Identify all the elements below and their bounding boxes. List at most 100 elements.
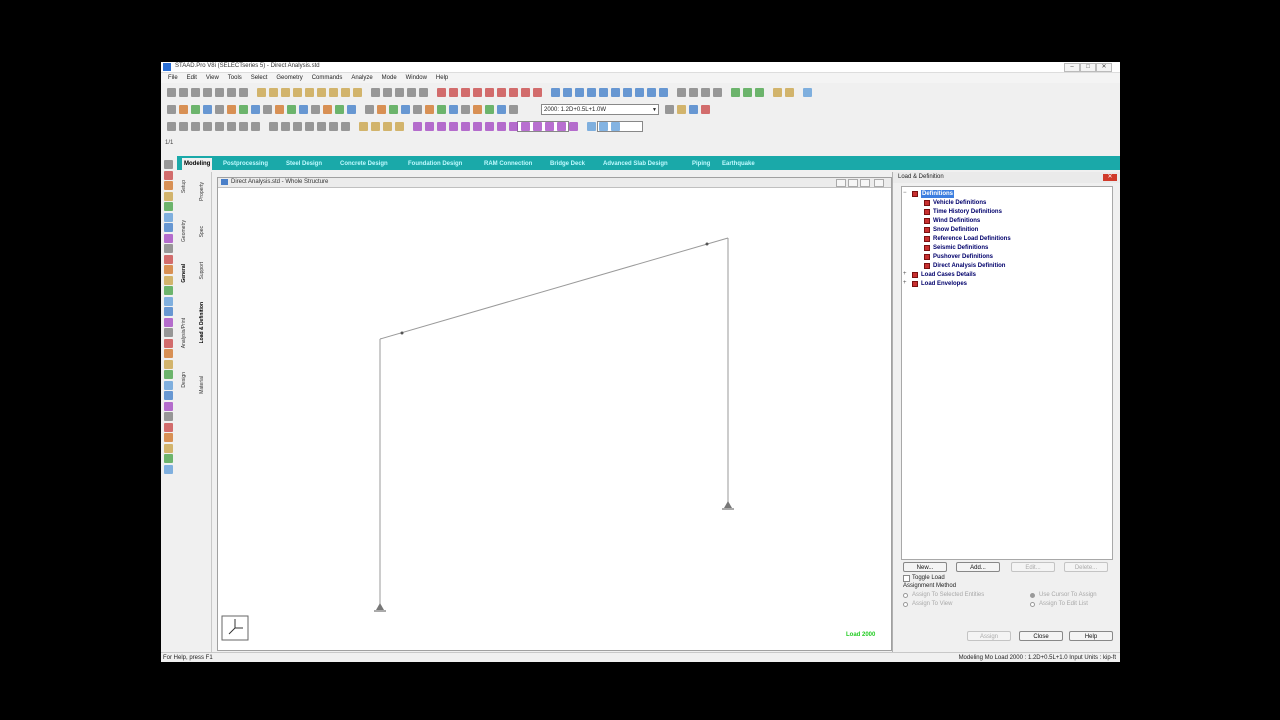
toolbar-tool-icon[interactable]: [329, 88, 338, 97]
toolbar-tool-icon[interactable]: [317, 122, 326, 131]
assign-selected-radio[interactable]: [903, 593, 908, 598]
toolbar-tool-icon[interactable]: [485, 122, 494, 131]
toolbar-tool-icon[interactable]: [437, 105, 446, 114]
page-setup[interactable]: Setup: [181, 180, 187, 193]
toolbar-tool-icon[interactable]: [215, 105, 224, 114]
toolbar-tool-icon[interactable]: [509, 105, 518, 114]
toolbar-tool-icon[interactable]: [371, 122, 380, 131]
toolbar-tool-icon[interactable]: [587, 88, 596, 97]
left-tool-icon[interactable]: [164, 380, 173, 390]
toolbar-tool-icon[interactable]: [335, 105, 344, 114]
toolbar-tool-icon[interactable]: [167, 122, 176, 131]
toolbar-tool-icon[interactable]: [407, 88, 416, 97]
toolbar-tool-icon[interactable]: [497, 122, 506, 131]
page-analysis-print[interactable]: Analysis/Print: [181, 318, 187, 348]
toolbar-tool-icon[interactable]: [449, 88, 458, 97]
toolbar-tool-icon[interactable]: [179, 122, 188, 131]
view-minimize-button[interactable]: [836, 179, 846, 187]
toolbar-tool-icon[interactable]: [425, 105, 434, 114]
toolbar-tool-icon[interactable]: [533, 88, 542, 97]
node-marker[interactable]: [705, 242, 709, 246]
left-tool-icon[interactable]: [164, 328, 173, 337]
toolbar-tool-icon[interactable]: [551, 88, 560, 97]
toolbar-tool-icon[interactable]: [347, 105, 356, 114]
toolbar-tool-icon[interactable]: [203, 88, 212, 97]
tree-node-definition-child[interactable]: Direct Analysis Definition: [933, 262, 1005, 270]
tab-concrete-design[interactable]: Concrete Design: [340, 159, 388, 169]
toolbar-tool-icon[interactable]: [437, 122, 446, 131]
left-tool-icon[interactable]: [164, 275, 173, 285]
toolbar-tool-icon[interactable]: [449, 122, 458, 131]
toolbar-tool-icon[interactable]: [179, 88, 188, 97]
toolbar-tool-icon[interactable]: [203, 122, 212, 131]
toolbar-tool-icon[interactable]: [389, 105, 398, 114]
toolbar-tool-icon[interactable]: [497, 88, 506, 97]
menu-help[interactable]: Help: [436, 73, 448, 83]
toolbar-tool-icon[interactable]: [341, 88, 350, 97]
toolbar-tool-icon[interactable]: [731, 88, 740, 97]
page-material[interactable]: Material: [199, 376, 205, 394]
toolbar-tool-icon[interactable]: [575, 88, 584, 97]
toolbar-tool-icon[interactable]: [659, 88, 668, 97]
tree-node-definition-child[interactable]: Pushover Definitions: [933, 253, 993, 261]
toolbar-tool-icon[interactable]: [401, 105, 410, 114]
menu-file[interactable]: File: [168, 73, 178, 83]
toolbar-tool-icon[interactable]: [419, 88, 428, 97]
view-restore-button[interactable]: [848, 179, 858, 187]
menu-edit[interactable]: Edit: [187, 73, 197, 83]
toolbar-tool-icon[interactable]: [377, 105, 386, 114]
toolbar-tool-icon[interactable]: [341, 122, 350, 131]
toolbar-tool-icon[interactable]: [251, 105, 260, 114]
toolbar-tool-icon[interactable]: [689, 105, 698, 114]
tree-node-definition-child[interactable]: Time History Definitions: [933, 208, 1002, 216]
toolbar-tool-icon[interactable]: [395, 88, 404, 97]
left-tool-icon[interactable]: [164, 191, 173, 201]
left-tool-icon[interactable]: [164, 433, 173, 442]
left-tool-icon[interactable]: [164, 265, 173, 274]
toolbar-tool-icon[interactable]: [203, 105, 212, 114]
toolbar-tool-icon[interactable]: [167, 88, 176, 97]
page-general[interactable]: General: [181, 264, 187, 283]
left-tool-icon[interactable]: [164, 181, 173, 190]
toolbar-tool-icon[interactable]: [599, 122, 608, 131]
tab-steel-design[interactable]: Steel Design: [286, 159, 322, 169]
toolbar-tool-icon[interactable]: [413, 105, 422, 114]
toolbar-tool-icon[interactable]: [635, 88, 644, 97]
left-tool-icon[interactable]: [164, 391, 173, 400]
toolbar-tool-icon[interactable]: [359, 122, 368, 131]
toolbar-tool-icon[interactable]: [461, 105, 470, 114]
toolbar-tool-icon[interactable]: [383, 88, 392, 97]
left-tool-icon[interactable]: [164, 464, 173, 474]
left-tool-icon[interactable]: [164, 202, 173, 211]
toolbar-tool-icon[interactable]: [227, 105, 236, 114]
toolbar-tool-icon[interactable]: [665, 105, 674, 114]
toolbar-tool-icon[interactable]: [215, 122, 224, 131]
toolbar-tool-icon[interactable]: [485, 105, 494, 114]
tab-foundation-design[interactable]: Foundation Design: [408, 159, 462, 169]
toolbar-tool-icon[interactable]: [329, 122, 338, 131]
toolbar-tool-icon[interactable]: [773, 88, 782, 97]
toolbar-tool-icon[interactable]: [293, 122, 302, 131]
toolbar-tool-icon[interactable]: [305, 88, 314, 97]
left-tool-icon[interactable]: [164, 170, 173, 180]
toolbar-tool-icon[interactable]: [263, 105, 272, 114]
tab-ram-connection[interactable]: RAM Connection: [484, 159, 532, 169]
toolbar-tool-icon[interactable]: [623, 88, 632, 97]
node-marker[interactable]: [400, 331, 404, 335]
toolbar-tool-icon[interactable]: [647, 88, 656, 97]
toolbar-tool-icon[interactable]: [299, 105, 308, 114]
toolbar-tool-icon[interactable]: [191, 105, 200, 114]
maximize-button[interactable]: □: [1080, 63, 1096, 72]
toolbar-tool-icon[interactable]: [425, 122, 434, 131]
toolbar-tool-icon[interactable]: [227, 122, 236, 131]
structure-view-window[interactable]: Direct Analysis.std - Whole Structure Lo…: [217, 177, 892, 651]
left-tool-icon[interactable]: [164, 244, 173, 253]
tree-node-definition-child[interactable]: Vehicle Definitions: [933, 199, 986, 207]
toolbar-tool-icon[interactable]: [485, 88, 494, 97]
close-panel-button[interactable]: Close: [1019, 631, 1063, 641]
toolbar-tool-icon[interactable]: [677, 105, 686, 114]
toolbar-tool-icon[interactable]: [353, 88, 362, 97]
menu-view[interactable]: View: [206, 73, 219, 83]
toolbar-tool-icon[interactable]: [287, 105, 296, 114]
toolbar-tool-icon[interactable]: [257, 88, 266, 97]
